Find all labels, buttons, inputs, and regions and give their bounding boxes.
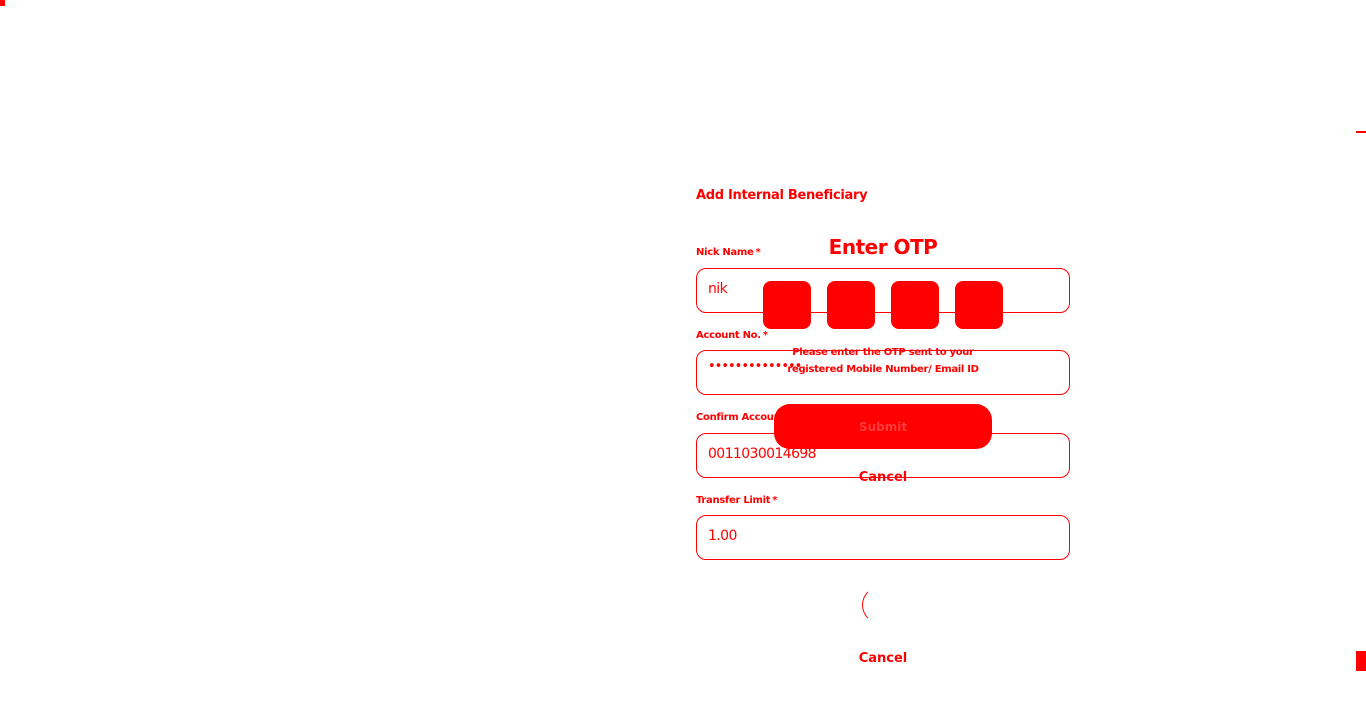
corner-marker <box>0 0 5 6</box>
otp-submit-button[interactable]: Submit <box>774 404 992 449</box>
nick-name-value: nik <box>708 281 728 297</box>
account-no-label: Account No. * <box>696 330 768 341</box>
transfer-limit-label: Transfer Limit * <box>696 495 777 506</box>
otp-digit-input-2[interactable] <box>827 281 875 329</box>
edge-marker <box>1356 131 1366 133</box>
required-mark: * <box>762 330 768 341</box>
transfer-limit-label-text: Transfer Limit <box>696 495 771 506</box>
otp-digit-input-4[interactable] <box>955 281 1003 329</box>
otp-instructions-line-1: Please enter the OTP sent to your <box>792 347 974 358</box>
transfer-limit-input[interactable]: 1.00 <box>696 515 1070 560</box>
otp-instructions-line-2: registered Mobile Number/ Email ID <box>787 364 979 375</box>
form-title: Add Internal Beneficiary <box>696 188 868 203</box>
transfer-limit-value: 1.00 <box>708 528 737 544</box>
otp-digit-input-1[interactable] <box>763 281 811 329</box>
otp-instructions: Please enter the OTP sent to your regist… <box>760 344 1006 378</box>
nick-name-input[interactable]: nik <box>696 268 1070 313</box>
otp-title: Enter OTP <box>828 235 938 259</box>
loading-spinner-icon <box>862 586 900 624</box>
scroll-indicator[interactable] <box>1356 651 1366 671</box>
form-cancel-button[interactable]: Cancel <box>696 651 1070 666</box>
required-mark: * <box>772 495 778 506</box>
otp-cancel-button[interactable]: Cancel <box>696 470 1070 485</box>
account-no-label-text: Account No. <box>696 330 761 341</box>
otp-digit-input-3[interactable] <box>891 281 939 329</box>
